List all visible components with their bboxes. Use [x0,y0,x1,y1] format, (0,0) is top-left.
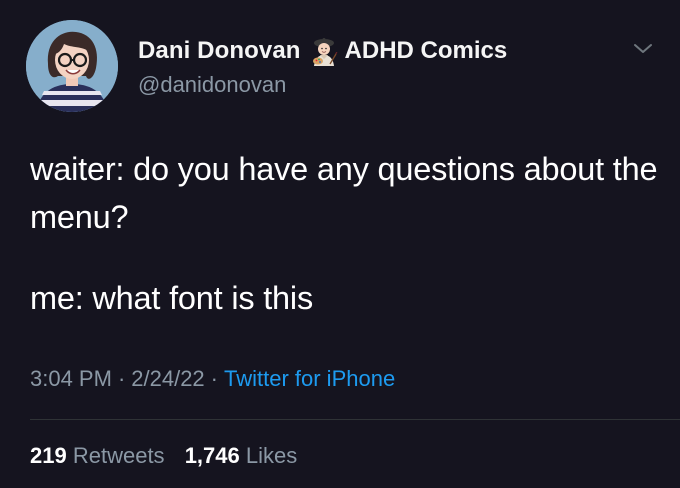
tweet-time[interactable]: 3:04 PM [30,366,112,391]
author-display-name[interactable]: Dani Donovan [138,37,301,65]
meta-separator: · [117,366,126,391]
divider [30,419,680,420]
likes-stat[interactable]: 1,746 Likes [185,443,298,468]
avatar-illustration-icon [26,20,118,112]
author-handle[interactable]: @danidonovan [138,72,286,98]
retweets-stat[interactable]: 219 Retweets [30,443,165,468]
meta-separator: · [210,366,218,391]
tweet-paragraph: waiter: do you have any questions about … [30,151,658,235]
tweet-text: waiter: do you have any questions about … [30,145,660,322]
tweet-date[interactable]: 2/24/22 [131,366,204,391]
tweet-paragraph: me: what font is this [30,280,313,316]
tweet-card: Dani Donovan ADHD Comics @danidonovan wa… [0,0,680,488]
likes-count: 1,746 [184,443,240,468]
retweets-count: 219 [30,443,67,468]
artist-emoji-icon [309,36,339,66]
likes-label: Likes [245,443,298,468]
author-name-row[interactable]: Dani Donovan ADHD Comics [138,35,507,67]
chevron-down-icon[interactable] [631,41,655,57]
author-display-name-suffix[interactable]: ADHD Comics [345,37,508,65]
tweet-meta: 3:04 PM · 2/24/22 · Twitter for iPhone [30,366,395,392]
tweet-stats: 219 Retweets 1,746 Likes [30,443,311,469]
retweets-label: Retweets [72,443,165,468]
author-avatar[interactable] [26,20,118,112]
tweet-source-link[interactable]: Twitter for iPhone [224,366,395,391]
